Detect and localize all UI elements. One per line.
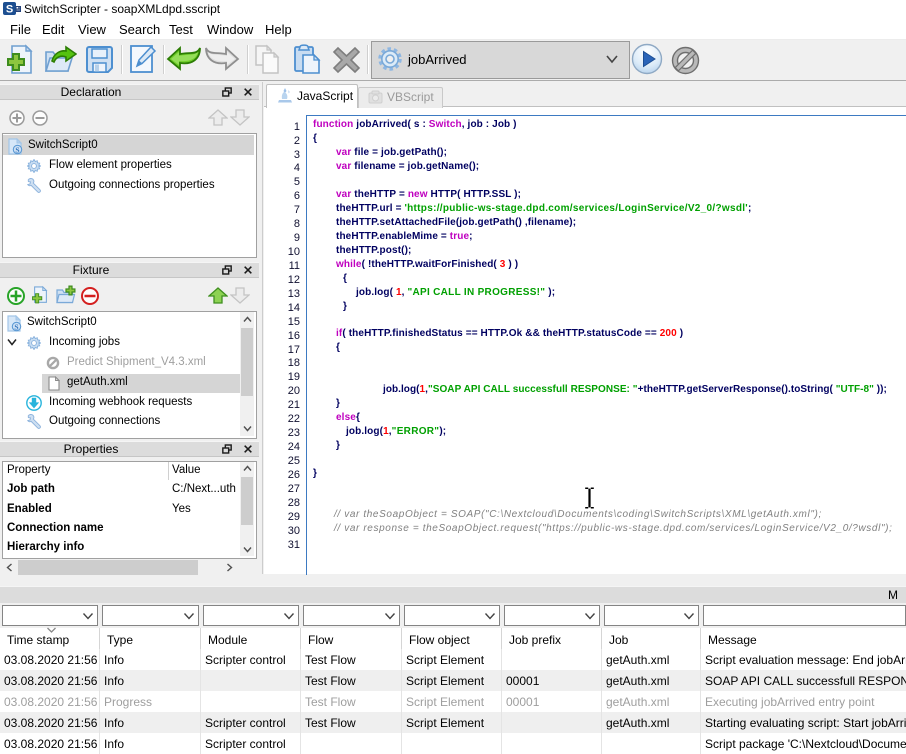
svg-text:S: S	[6, 4, 13, 16]
svg-text:S: S	[14, 322, 18, 331]
svg-text:S: S	[15, 145, 19, 154]
